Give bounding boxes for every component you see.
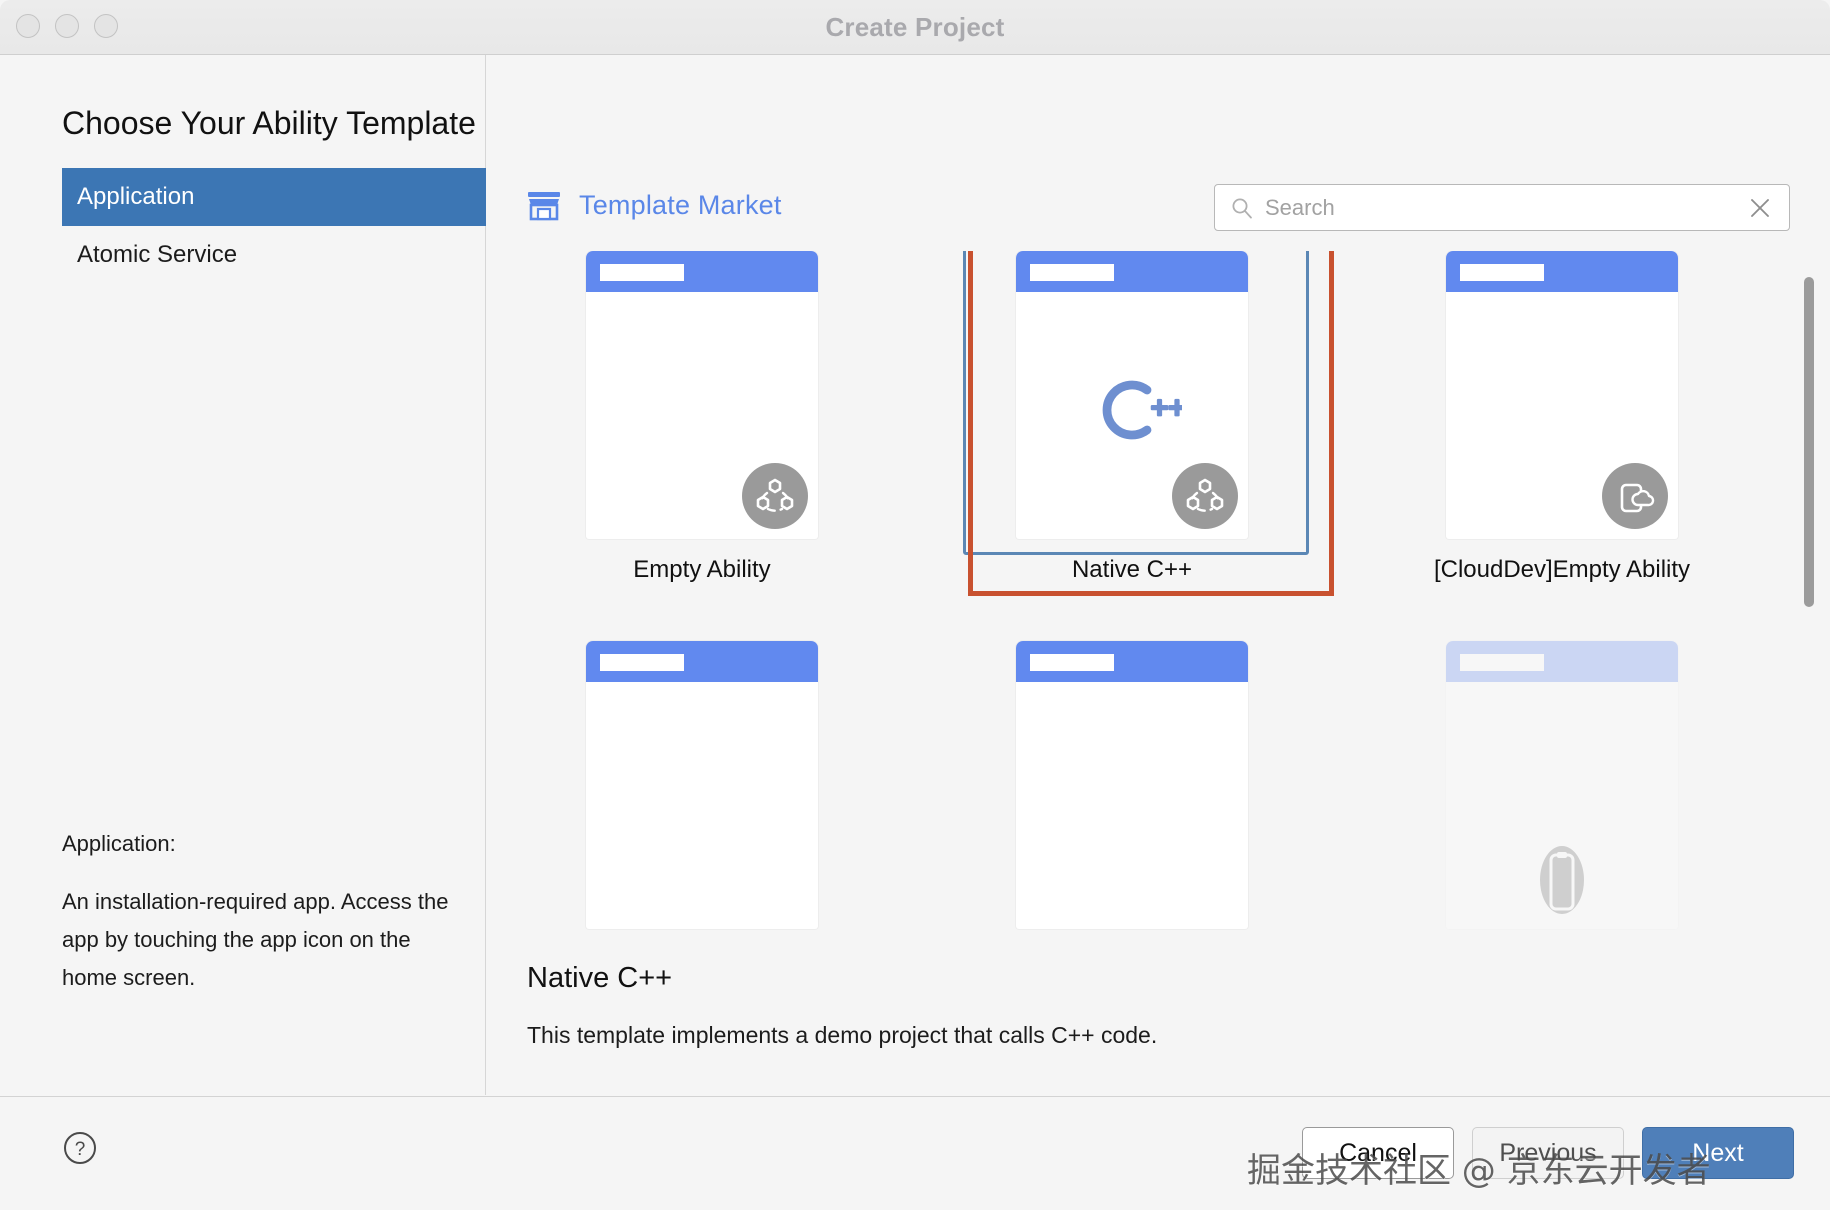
store-icon [528, 191, 560, 220]
template-preview [586, 251, 818, 539]
template-card-label: Native C++ [1071, 556, 1193, 583]
search-input[interactable] [1265, 194, 1747, 221]
right-panel: Template Market Search Empty Ability Nat… [487, 55, 1830, 1095]
category-description-label: Application: [62, 831, 176, 856]
template-card-row2-2[interactable] [917, 641, 1347, 941]
search-box[interactable] [1214, 184, 1790, 231]
phone-mockup [1016, 251, 1248, 539]
previous-button[interactable]: Previous [1472, 1127, 1624, 1179]
sidebar-item-label: Atomic Service [77, 241, 238, 268]
template-card-native-cpp[interactable]: Native C++ [917, 251, 1347, 641]
template-preview [586, 641, 818, 929]
template-grid-area: Empty Ability Native C++ [CloudDev]Empty… [487, 251, 1830, 941]
phone-title-bar [1030, 654, 1114, 671]
template-preview [1016, 641, 1248, 929]
ability-hexagon-icon [1172, 463, 1238, 529]
create-project-dialog: Create Project Choose Your Ability Templ… [0, 0, 1830, 1210]
template-card-row2-1[interactable] [487, 641, 917, 941]
ability-hexagon-icon [742, 463, 808, 529]
dialog-body: Choose Your Ability Template Application… [0, 55, 1830, 1095]
close-icon[interactable] [1747, 195, 1773, 221]
template-detail-description: This template implements a demo project … [527, 1022, 1158, 1048]
template-market-label: Template Market [579, 190, 782, 220]
phone-header [1446, 251, 1678, 292]
template-preview [963, 251, 1309, 555]
template-card-row2-3[interactable] [1347, 641, 1777, 941]
phone-mockup [1446, 251, 1678, 539]
left-panel: Choose Your Ability Template Application… [0, 55, 486, 1095]
sidebar-item-atomic-service[interactable]: Atomic Service [62, 226, 486, 284]
template-grid: Empty Ability Native C++ [CloudDev]Empty… [487, 251, 1777, 941]
phone-mockup [586, 251, 818, 539]
template-card-empty-ability[interactable]: Empty Ability [487, 251, 917, 641]
template-card-label: Empty Ability [633, 556, 771, 583]
question-mark-icon[interactable]: ? [62, 1130, 98, 1166]
cancel-button[interactable]: Cancel [1302, 1127, 1454, 1179]
phone-header [1016, 251, 1248, 292]
phone-title-bar [600, 654, 684, 671]
phone-mockup [1016, 641, 1248, 929]
phone-mockup [586, 641, 818, 929]
window-title: Create Project [825, 12, 1005, 42]
phone-title-bar [1460, 654, 1544, 671]
next-button[interactable]: Next [1642, 1127, 1794, 1179]
dialog-footer: ? Cancel Previous Next [0, 1096, 1830, 1210]
sidebar-item-label: Application [77, 183, 195, 210]
svg-text:?: ? [75, 1139, 86, 1160]
phone-cloud-icon [1602, 463, 1668, 529]
cpp-logo-icon [1016, 375, 1248, 445]
sidebar-item-application[interactable]: Application [62, 168, 486, 226]
template-card-label: [CloudDev]Empty Ability [1433, 556, 1691, 583]
phone-header [586, 641, 818, 682]
category-list: Application Atomic Service [62, 168, 486, 284]
scrollbar-thumb[interactable] [1804, 277, 1814, 607]
template-preview [1446, 251, 1678, 539]
phone-title-bar [600, 264, 684, 281]
category-description-text: An installation-required app. Access the… [62, 889, 449, 990]
phone-icon [1527, 838, 1597, 923]
page-title: Choose Your Ability Template [62, 105, 476, 141]
phone-mockup [1446, 641, 1678, 929]
phone-title-bar [1030, 264, 1114, 281]
template-detail-title: Native C++ [527, 962, 673, 994]
template-market-link[interactable]: Template Market [527, 190, 782, 221]
template-card-clouddev-empty-ability[interactable]: [CloudDev]Empty Ability [1347, 251, 1777, 641]
phone-header [1446, 641, 1678, 682]
phone-header [586, 251, 818, 292]
template-scrollbar[interactable] [1804, 271, 1814, 911]
title-bar: Create Project [0, 0, 1830, 55]
template-preview [1446, 641, 1678, 929]
phone-title-bar [1460, 264, 1544, 281]
template-detail-panel: Native C++ This template implements a de… [487, 936, 1830, 1095]
search-icon [1232, 198, 1252, 219]
phone-header [1016, 641, 1248, 682]
footer-buttons: Cancel Previous Next [1302, 1127, 1794, 1179]
